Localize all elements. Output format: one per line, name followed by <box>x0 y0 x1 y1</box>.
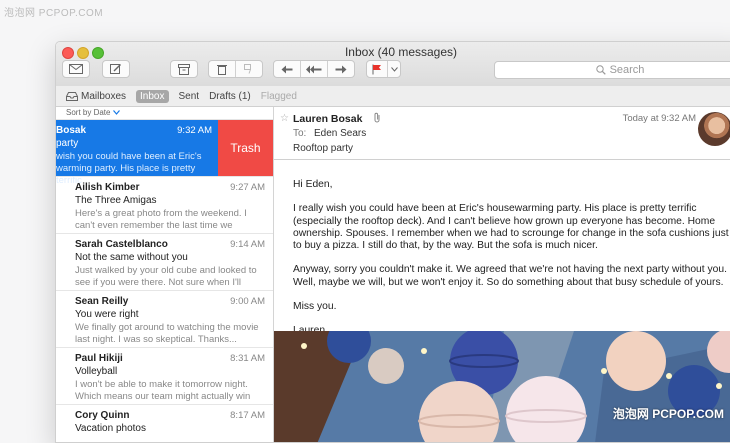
reply-group <box>273 60 355 78</box>
message-preview: I won't be able to make it tomorrow nigh… <box>75 379 251 402</box>
list-item[interactable]: Ailish Kimber 9:27 AM The Three Amigas H… <box>56 177 273 234</box>
message-from: Ailish Kimber <box>75 182 140 193</box>
message-body: Hi Eden, I really wish you could have be… <box>293 179 730 350</box>
favorites-drafts[interactable]: Drafts (1) <box>209 91 251 102</box>
message-subject: Vacation photos <box>75 423 146 434</box>
compose-button[interactable] <box>102 60 130 78</box>
chevron-down-icon <box>390 66 398 72</box>
reply-all-button[interactable] <box>301 61 328 77</box>
reply-all-arrow-icon <box>306 65 322 73</box>
message-time: 8:31 AM <box>230 353 265 364</box>
message-preview: Just walked by your old cube and looked … <box>75 265 257 288</box>
search-field[interactable]: Search <box>494 61 730 79</box>
search-icon <box>595 65 606 75</box>
message-time: 9:27 AM <box>230 182 265 193</box>
chevron-down-icon <box>112 110 120 115</box>
message-preview: Here's a great photo from the weekend. I… <box>75 208 247 231</box>
sort-label: Sort by Date <box>66 108 111 117</box>
archive-icon <box>178 63 190 75</box>
search-placeholder: Search <box>609 64 645 76</box>
message-viewer: ☆ Lauren Bosak Today at 9:32 AM To: Eden… <box>274 107 730 442</box>
flag-button[interactable] <box>367 61 388 77</box>
forward-button[interactable] <box>328 61 354 77</box>
attached-photo <box>274 331 730 442</box>
body-paragraph: Miss you. <box>293 301 337 313</box>
trash-swipe-button[interactable]: Trash <box>218 120 273 176</box>
message-time: 9:32 AM <box>177 125 212 136</box>
message-header: ☆ Lauren Bosak Today at 9:32 AM To: Eden… <box>274 107 730 160</box>
sort-control[interactable]: Sort by Date <box>56 107 273 120</box>
compose-icon <box>110 64 121 74</box>
favorites-drafts-label: Drafts (1) <box>209 90 251 102</box>
reply-button[interactable] <box>274 61 301 77</box>
favorites-bar: Mailboxes Inbox Sent Drafts (1) Flagged <box>56 86 730 107</box>
message-subject-header: Rooftop party <box>293 143 354 154</box>
flag-menu-button[interactable] <box>388 61 400 77</box>
recipient-name[interactable]: Eden Sears <box>314 128 366 139</box>
message-from: Bosak <box>56 125 87 136</box>
watermark: 泡泡网 PCPOP.COM <box>4 8 104 19</box>
message-from: Paul Hikiji <box>75 353 123 364</box>
favorites-inbox[interactable]: Inbox <box>136 89 169 103</box>
message-subject: Not the same without you <box>75 252 188 263</box>
forward-arrow-icon <box>335 65 347 73</box>
favorites-flagged[interactable]: Flagged <box>261 91 297 102</box>
body-paragraph: I really wish you could have been at Eri… <box>293 203 729 252</box>
message-preview: We finally got around to watching the mo… <box>75 322 259 345</box>
trash-icon <box>217 64 227 75</box>
sender-name[interactable]: Lauren Bosak <box>293 113 362 125</box>
message-from: Sean Reilly <box>75 296 129 307</box>
message-subject: The Three Amigas <box>75 195 157 206</box>
message-list: Sort by Date Bosak 9:32 AM party wish yo… <box>56 107 274 442</box>
mail-window: Inbox (40 messages) Search Mailboxes Inb… <box>55 41 730 443</box>
favorites-mailboxes[interactable]: Mailboxes <box>66 91 126 102</box>
message-subject: You were right <box>75 309 139 320</box>
message-from: Sarah Castelblanco <box>75 239 168 250</box>
avatar <box>698 112 730 146</box>
favorites-inbox-label: Inbox <box>140 90 165 102</box>
list-item[interactable]: Cory Quinn 8:17 AM Vacation photos <box>56 405 273 442</box>
delete-button[interactable] <box>209 61 236 77</box>
tray-icon <box>66 91 78 101</box>
watermark: 泡泡网 PCPOP.COM <box>612 407 724 421</box>
title-bar: Inbox (40 messages) Search <box>56 42 730 87</box>
favorites-sent-label: Sent <box>178 90 200 102</box>
message-from: Cory Quinn <box>75 410 130 421</box>
flag-icon <box>372 64 381 74</box>
star-icon[interactable]: ☆ <box>280 113 289 124</box>
archive-button[interactable] <box>170 60 198 78</box>
window-title: Inbox (40 messages) <box>344 45 458 59</box>
paperclip-icon <box>373 112 381 126</box>
list-item[interactable]: Sean Reilly 9:00 AM You were right We fi… <box>56 291 273 348</box>
body-paragraph: Hi Eden, <box>293 179 333 190</box>
message-time: 9:00 AM <box>230 296 265 307</box>
message-date: Today at 9:32 AM <box>622 113 696 124</box>
get-mail-button[interactable] <box>62 60 90 78</box>
to-label: To: <box>293 128 307 139</box>
message-subject: Volleyball <box>75 366 118 377</box>
list-item-selected[interactable]: Bosak 9:32 AM party wish you could have … <box>56 120 273 186</box>
envelope-icon <box>69 64 83 74</box>
message-time: 9:14 AM <box>230 239 265 250</box>
favorites-flagged-label: Flagged <box>260 90 297 102</box>
message-time: 8:17 AM <box>230 410 265 421</box>
favorites-sent[interactable]: Sent <box>179 91 200 102</box>
swiped-message[interactable]: Bosak 9:32 AM party wish you could have … <box>56 120 218 186</box>
message-subject: party <box>56 138 79 149</box>
reply-arrow-icon <box>281 65 293 73</box>
thumbs-down-icon <box>243 64 251 74</box>
junk-button[interactable] <box>236 61 262 77</box>
favorites-mailboxes-label: Mailboxes <box>81 90 127 102</box>
body-paragraph: Anyway, sorry you couldn't make it. We a… <box>293 264 727 288</box>
delete-junk-group <box>208 60 263 78</box>
flag-group <box>366 60 401 78</box>
list-item[interactable]: Sarah Castelblanco 9:14 AM Not the same … <box>56 234 273 291</box>
list-item[interactable]: Paul Hikiji 8:31 AM Volleyball I won't b… <box>56 348 273 405</box>
